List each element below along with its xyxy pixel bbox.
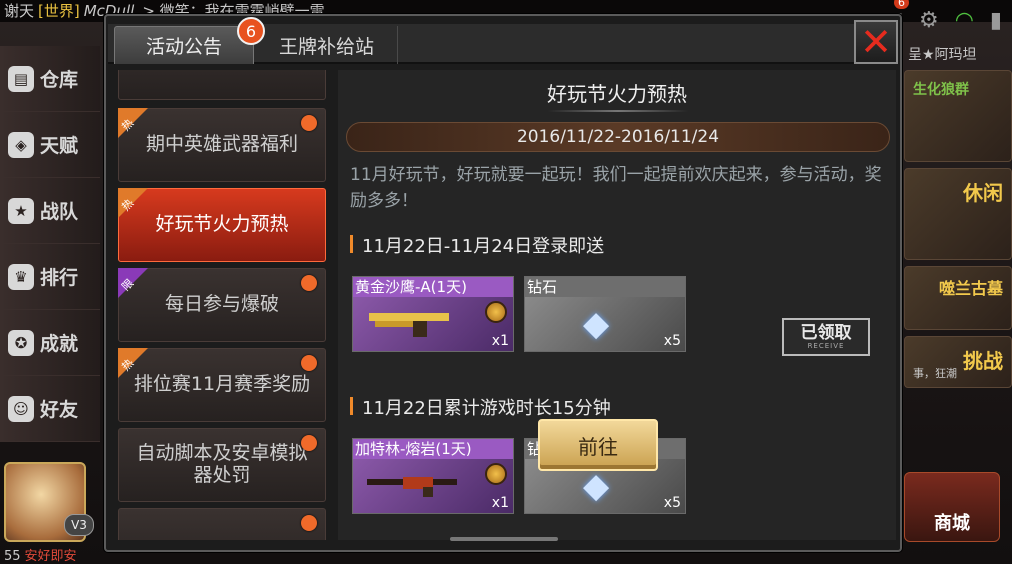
- warehouse-icon: ▤: [8, 65, 34, 92]
- menu-team[interactable]: ★ 战队: [0, 178, 100, 244]
- claimed-badge: 已领取 RECEIVE: [782, 318, 870, 356]
- chat-channel: [世界]: [38, 2, 80, 20]
- talent-icon: ◈: [8, 131, 34, 158]
- list-item-label: 好玩节火力预热: [155, 213, 289, 236]
- mode-card-casual[interactable]: 休闲: [904, 168, 1012, 260]
- menu-ranking[interactable]: ♛ 排行: [0, 244, 100, 310]
- battery-icon: ▮: [989, 7, 1002, 33]
- menu-label: 仓库: [40, 69, 79, 91]
- new-dot-icon: [301, 515, 317, 531]
- reward-card-diamond[interactable]: 钻石 ◆ x5: [524, 276, 686, 352]
- avatar[interactable]: V3: [4, 462, 94, 542]
- reward-qty: x1: [491, 333, 509, 349]
- coin-icon: [485, 463, 507, 485]
- claimed-sublabel: RECEIVE: [807, 341, 845, 350]
- achievement-icon: ✪: [8, 329, 34, 356]
- list-item[interactable]: 自动脚本及安卓模拟器处罚: [118, 428, 326, 502]
- reward-caption: 加特林-熔岩(1天): [353, 439, 513, 459]
- shop-label: 商城: [934, 513, 970, 534]
- claimed-label: 已领取: [800, 322, 852, 343]
- list-item[interactable]: 热 期中英雄武器福利: [118, 108, 326, 182]
- list-item-label: 排位赛11月赛季奖励: [133, 373, 311, 396]
- list-item[interactable]: [118, 70, 326, 100]
- notification-count: 6: [893, 0, 909, 9]
- new-dot-icon: [301, 275, 317, 291]
- close-icon: ✕: [860, 20, 892, 64]
- list-item-label: 自动脚本及安卓模拟器处罚: [136, 442, 308, 486]
- shop-button[interactable]: 商城: [904, 472, 1000, 542]
- team-icon: ★: [8, 197, 34, 224]
- list-item-label: 每日参与爆破: [164, 293, 279, 316]
- list-item[interactable]: [118, 508, 326, 540]
- golden-pistol-icon: [369, 313, 449, 337]
- gear-icon[interactable]: ⚙: [919, 8, 939, 33]
- menu-label: 天赋: [40, 135, 79, 157]
- mode-label: 生化狼群: [913, 82, 969, 98]
- tab-label: 王牌补给站: [278, 35, 374, 58]
- event-description: 11月好玩节，好玩就要一起玩！我们一起提前欢庆起来，参与活动，奖励多多！: [350, 165, 882, 211]
- status-icons: ✉6 ⚙ ◠ ▮: [885, 0, 1012, 40]
- reward-qty: x5: [663, 333, 681, 349]
- coin-icon: [485, 301, 507, 323]
- chat-prefix: 谢天: [4, 2, 35, 20]
- diamond-icon: ◆: [583, 466, 610, 506]
- trophy-icon: ♛: [8, 263, 34, 290]
- mode-label: 挑战: [963, 349, 1003, 373]
- menu-label: 成就: [40, 333, 79, 355]
- menu-label: 排行: [40, 267, 79, 289]
- menu-label: 好友: [40, 399, 79, 421]
- reward-caption: 钻石: [525, 277, 685, 297]
- mode-card-challenge[interactable]: 挑战 事，狂潮: [904, 336, 1012, 388]
- gatling-gun-icon: [367, 477, 457, 497]
- mode-label: 噬兰古墓: [938, 279, 1003, 298]
- reward-qty: x1: [491, 495, 509, 511]
- close-button[interactable]: ✕: [854, 20, 898, 64]
- list-item[interactable]: 限 每日参与爆破: [118, 268, 326, 342]
- menu-talent[interactable]: ◈ 天赋: [0, 112, 100, 178]
- date-range: 2016/11/22-2016/11/24: [346, 122, 890, 152]
- reward-qty: x5: [663, 495, 681, 511]
- title-underline: [548, 110, 688, 112]
- new-dot-icon: [301, 355, 317, 371]
- diamond-icon: ◆: [583, 304, 610, 344]
- player-name: 安好即安: [24, 549, 77, 564]
- level-text: 55: [4, 549, 21, 564]
- wifi-icon: ◠: [954, 7, 974, 33]
- event-title: 好玩节火力预热: [547, 82, 687, 106]
- section-heading: 11月22日累计游戏时长15分钟: [348, 394, 611, 420]
- friends-icon: ☺: [8, 395, 34, 422]
- section-heading: 11月22日-11月24日登录即送: [348, 232, 604, 258]
- event-list[interactable]: 热 期中英雄武器福利 热 好玩节火力预热 限 每日参与爆破 热 排位赛11月赛季…: [116, 70, 328, 540]
- goto-button[interactable]: 前往: [538, 419, 658, 471]
- mode-card-zombie[interactable]: 生化狼群: [904, 70, 1012, 162]
- new-dot-icon: [301, 435, 317, 451]
- reward-card-weapon[interactable]: 黄金沙鹰-A(1天) x1: [352, 276, 514, 352]
- tab-announcements[interactable]: 活动公告 6: [114, 17, 265, 64]
- reward-card-weapon[interactable]: 加特林-熔岩(1天) x1: [352, 438, 514, 514]
- goto-label: 前往: [578, 434, 618, 459]
- tab-supply-station[interactable]: 王牌补给站: [256, 26, 398, 64]
- menu-friends[interactable]: ☺ 好友: [0, 376, 100, 442]
- mode-label: 休闲: [963, 181, 1003, 205]
- mode-card-tomb[interactable]: 噬兰古墓: [904, 266, 1012, 330]
- menu-achievement[interactable]: ✪ 成就: [0, 310, 100, 376]
- mode-subtext: 事，狂潮: [913, 367, 957, 380]
- right-panel: 呈★阿玛坦 生化狼群 休闲 噬兰古墓 挑战 事，狂潮 商城: [900, 44, 1012, 564]
- list-item-label: 期中英雄武器福利: [145, 133, 298, 156]
- reward-caption: 黄金沙鹰-A(1天): [353, 277, 513, 297]
- list-item[interactable]: 热 排位赛11月赛季奖励: [118, 348, 326, 422]
- list-item-active[interactable]: 热 好玩节火力预热: [118, 188, 326, 262]
- tab-bar: 活动公告 6 王牌补给站: [108, 17, 854, 64]
- menu-warehouse[interactable]: ▤ 仓库: [0, 46, 100, 112]
- right-player-name: 呈★阿玛坦: [908, 47, 977, 63]
- player-level: 55 安好即安: [4, 545, 77, 564]
- vip-badge: V3: [64, 514, 94, 536]
- menu-label: 战队: [40, 201, 79, 223]
- left-menu: ▤ 仓库 ◈ 天赋 ★ 战队 ♛ 排行 ✪ 成就 ☺ 好友: [0, 46, 100, 442]
- tab-label: 活动公告: [145, 36, 222, 58]
- scrollbar[interactable]: [450, 537, 558, 541]
- new-dot-icon: [301, 115, 317, 131]
- event-modal: 活动公告 6 王牌补给站 ✕ 热 期中英雄武器福利 热 好玩节火力预热 限 每日…: [104, 14, 902, 552]
